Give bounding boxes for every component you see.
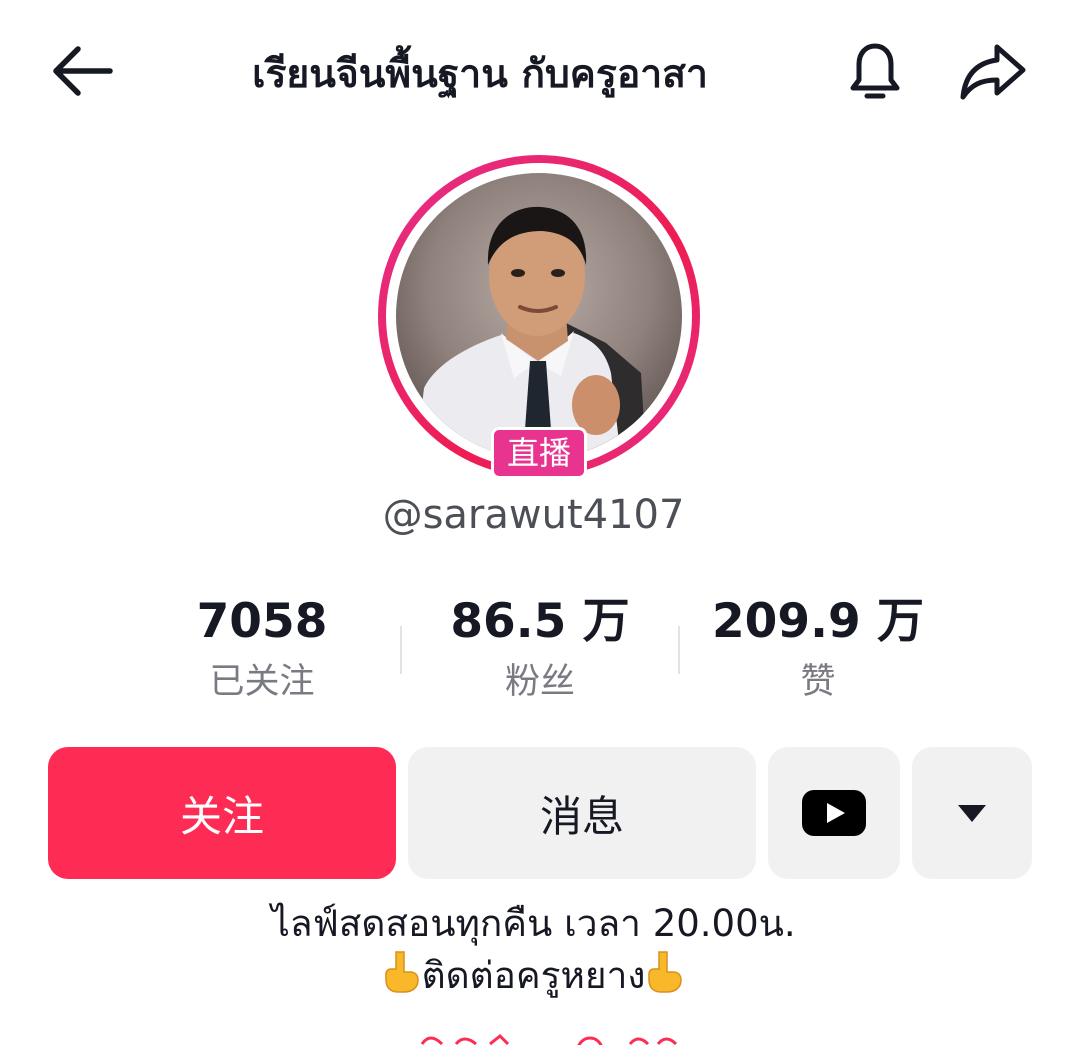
likes-stat[interactable]: 209.9 万 赞: [688, 590, 948, 710]
bio-line-2: ติดต่อครูหยาง: [0, 950, 1067, 1002]
following-stat[interactable]: 7058 已关注: [132, 590, 392, 710]
likes-count: 209.9 万: [711, 594, 925, 649]
bio: ไลฟ์สดสอนทุกคืน เวลา 20.00น. ติดต่อครูหย…: [0, 898, 1067, 1002]
share-arrow-icon: [960, 44, 1026, 100]
live-badge[interactable]: 直播: [491, 427, 587, 479]
stat-divider: [400, 626, 402, 674]
bell-icon: [850, 43, 900, 99]
youtube-button[interactable]: [768, 747, 900, 879]
message-button[interactable]: 消息: [408, 747, 756, 879]
top-bar: เรียนจีนพื้นฐาน กับครูอาสา: [0, 0, 1067, 150]
stat-divider: [678, 626, 680, 674]
bio-line-1: ไลฟ์สดสอนทุกคืน เวลา 20.00น.: [271, 902, 796, 945]
youtube-icon: [802, 790, 866, 836]
notification-button[interactable]: [832, 28, 918, 114]
bio-link-peek: [420, 1030, 700, 1045]
followers-count: 86.5 万: [450, 594, 630, 649]
page-title: เรียนจีนพื้นฐาน กับครูอาสา: [252, 52, 708, 97]
pointing-down-hand-icon: [648, 951, 683, 993]
arrow-left-icon: [53, 46, 113, 96]
followers-stat[interactable]: 86.5 万 粉丝: [410, 590, 670, 710]
follow-button[interactable]: 关注: [48, 747, 396, 879]
following-count: 7058: [196, 594, 328, 649]
username-handle: @sarawut4107: [382, 492, 685, 538]
avatar[interactable]: 直播: [378, 155, 700, 479]
likes-label: 赞: [800, 662, 836, 702]
profile-page: เรียนจีนพื้นฐาน กับครูอาสา 直播 @sarawut41…: [0, 0, 1067, 1045]
more-options-button[interactable]: [912, 747, 1032, 879]
share-button[interactable]: [950, 28, 1036, 114]
back-button[interactable]: [40, 28, 126, 114]
pointing-down-hand-icon: [384, 951, 419, 993]
bio-contact-text: ติดต่อครูหยาง: [421, 954, 646, 997]
followers-label: 粉丝: [504, 662, 575, 702]
following-label: 已关注: [209, 662, 315, 702]
avatar-photo: [396, 173, 682, 459]
caret-down-icon: [958, 805, 986, 822]
